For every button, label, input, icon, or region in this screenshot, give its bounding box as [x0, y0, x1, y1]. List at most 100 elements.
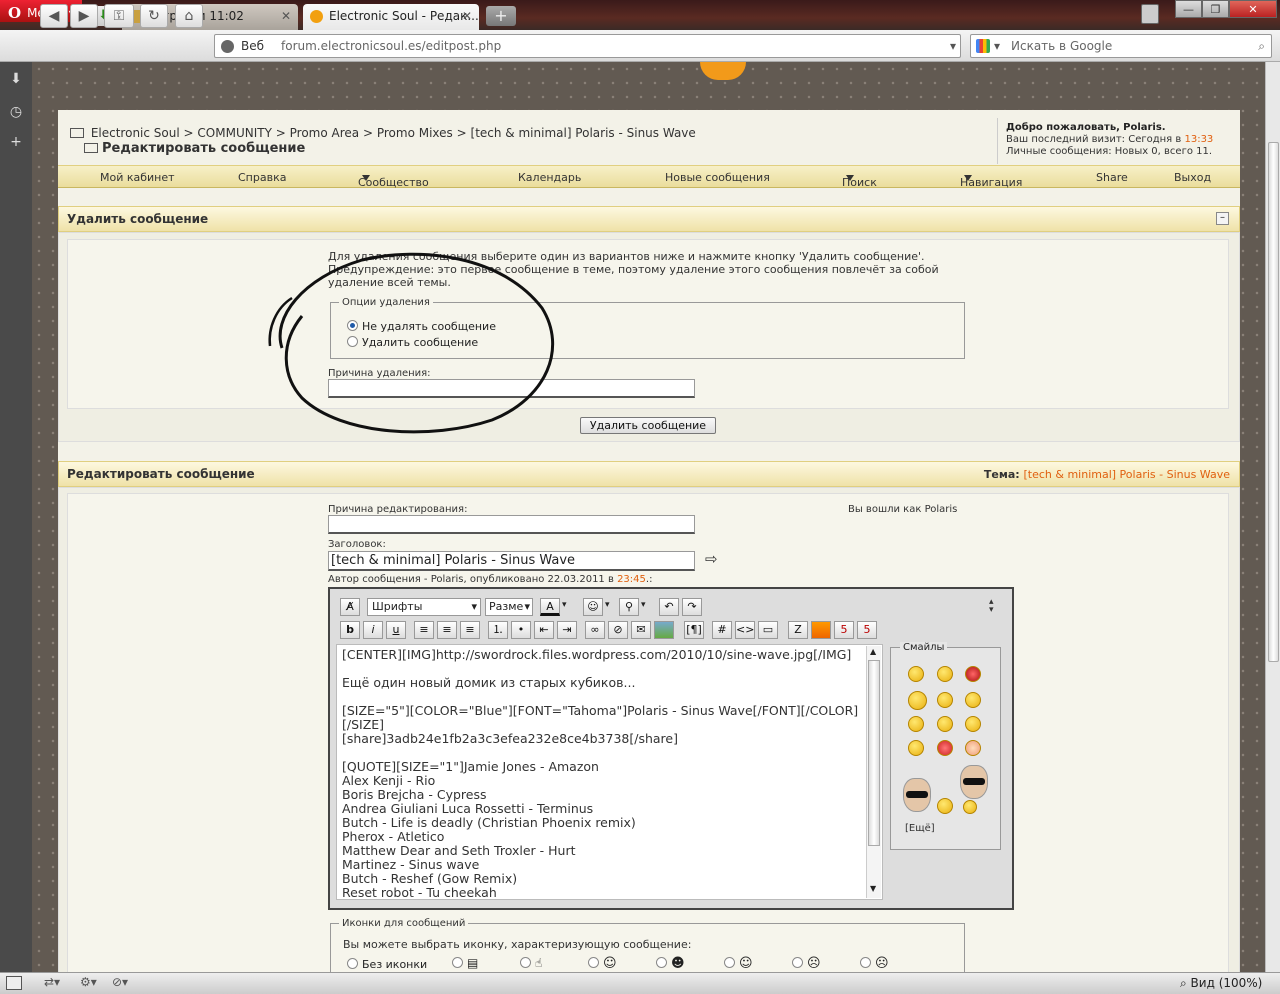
- nav-logout[interactable]: Выход: [1174, 171, 1211, 184]
- turbo-icon[interactable]: ⚙▾: [80, 975, 97, 989]
- breadcrumb-thread[interactable]: [tech & minimal] Polaris - Sinus Wave: [471, 126, 696, 140]
- smiley-icon[interactable]: [908, 666, 924, 682]
- minimize-button[interactable]: —: [1175, 0, 1202, 18]
- smiley-icon[interactable]: [963, 800, 977, 814]
- red-smiley-icon[interactable]: [937, 740, 953, 756]
- add-panel-icon[interactable]: +: [7, 133, 25, 151]
- radio-unchecked-icon[interactable]: [724, 957, 735, 968]
- close-window-button[interactable]: ✕: [1229, 0, 1277, 18]
- trash-icon[interactable]: [1141, 4, 1159, 24]
- post-icon-option[interactable]: ☹: [792, 956, 821, 971]
- smiley-icon[interactable]: [908, 740, 924, 756]
- post-icon-option[interactable]: ▤: [452, 956, 478, 970]
- back-arrow-icon[interactable]: ◀: [40, 4, 68, 28]
- radio-unchecked-icon[interactable]: [520, 957, 531, 968]
- smiley-icon[interactable]: [908, 691, 927, 710]
- remove-format-icon[interactable]: A̸: [340, 598, 360, 616]
- page-scrollbar[interactable]: [1265, 62, 1280, 972]
- post-icon-option[interactable]: ☺: [588, 956, 617, 971]
- panel-toggle-icon[interactable]: [6, 976, 22, 990]
- align-right-icon[interactable]: ≡: [460, 621, 480, 639]
- breadcrumb-home[interactable]: Electronic Soul: [91, 126, 180, 140]
- delete-post-button[interactable]: Удалить сообщение: [580, 417, 716, 434]
- angry-smiley-icon[interactable]: [965, 666, 981, 682]
- smiley-icon[interactable]: [937, 692, 953, 708]
- code-icon[interactable]: <>: [735, 621, 755, 639]
- address-bar[interactable]: Веб forum.electronicsoul.es/editpost.php…: [214, 34, 961, 58]
- radio-unchecked-icon[interactable]: [347, 958, 358, 969]
- smiley-icon[interactable]: [965, 716, 981, 732]
- search-icon[interactable]: ⌕: [1258, 35, 1265, 57]
- hash-icon[interactable]: #: [712, 621, 732, 639]
- align-left-icon[interactable]: ≡: [414, 621, 434, 639]
- reload-icon[interactable]: ↻: [140, 4, 168, 28]
- redo-icon[interactable]: ↷: [682, 598, 702, 616]
- new-tab-button[interactable]: +: [486, 6, 516, 26]
- html-icon[interactable]: ▭: [758, 621, 778, 639]
- share-icon[interactable]: 5: [834, 621, 854, 639]
- breadcrumb-community[interactable]: COMMUNITY: [197, 126, 272, 140]
- italic-icon[interactable]: i: [363, 621, 383, 639]
- nav-help[interactable]: Справка: [238, 171, 286, 184]
- edit-reason-input[interactable]: [328, 515, 695, 534]
- link-icon[interactable]: ∞: [585, 621, 605, 639]
- post-icon-option[interactable]: ☺: [724, 956, 753, 971]
- smiley-icon[interactable]: [937, 666, 953, 682]
- sync-icon[interactable]: ⇄▾: [44, 975, 60, 989]
- subject-input[interactable]: [tech & minimal] Polaris - Sinus Wave: [328, 551, 695, 571]
- zoom-control[interactable]: ⌕ Вид (100%): [1180, 976, 1262, 991]
- nav-share[interactable]: Share: [1096, 171, 1128, 184]
- breadcrumb-promo-mixes[interactable]: Promo Mixes: [377, 126, 453, 140]
- radio-unchecked-icon[interactable]: [452, 957, 463, 968]
- images-icon[interactable]: ⊘▾: [112, 975, 128, 989]
- arrow-right-icon[interactable]: ⇨: [705, 550, 718, 568]
- attachment-icon[interactable]: ⚲: [619, 598, 639, 616]
- welcome-user[interactable]: Polaris.: [1123, 122, 1166, 133]
- nav-navigation[interactable]: Навигация: [960, 171, 1022, 189]
- smiley-icon[interactable]: [965, 740, 981, 756]
- sunglasses-face-icon[interactable]: [960, 765, 988, 799]
- size-select[interactable]: Разме ▾: [485, 598, 533, 616]
- nav-calendar[interactable]: Календарь: [518, 171, 581, 184]
- tab-electronic-soul[interactable]: Electronic Soul - Редак... ✕: [303, 4, 479, 30]
- textarea-scrollbar[interactable]: ▲ ▼: [866, 646, 881, 898]
- radio-unchecked-icon[interactable]: [792, 957, 803, 968]
- ordered-list-icon[interactable]: ⒈: [488, 621, 508, 639]
- undo-icon[interactable]: ↶: [659, 598, 679, 616]
- maximize-button[interactable]: ❐: [1202, 0, 1229, 18]
- radio-unchecked-icon[interactable]: [588, 957, 599, 968]
- history-clock-icon[interactable]: ◷: [7, 103, 25, 121]
- more-smilies-link[interactable]: [Ещё]: [905, 823, 935, 834]
- soundcloud-icon[interactable]: [811, 621, 831, 639]
- align-center-icon[interactable]: ≡: [437, 621, 457, 639]
- image-icon[interactable]: [654, 621, 674, 639]
- downloads-icon[interactable]: ⬇: [7, 70, 25, 88]
- underline-icon[interactable]: u: [386, 621, 406, 639]
- forward-arrow-icon[interactable]: ▶: [70, 4, 98, 28]
- radio-unchecked-icon[interactable]: [656, 957, 667, 968]
- topic-link[interactable]: [tech & minimal] Polaris - Sinus Wave: [1023, 468, 1230, 481]
- breadcrumb-promo-area[interactable]: Promo Area: [290, 126, 360, 140]
- smiley-icon[interactable]: [937, 716, 953, 732]
- bold-icon[interactable]: b: [340, 621, 360, 639]
- chevron-down-icon[interactable]: ▾: [562, 600, 567, 610]
- unordered-list-icon[interactable]: •: [511, 621, 531, 639]
- email-icon[interactable]: ✉: [631, 621, 651, 639]
- smiley-icon[interactable]: [908, 716, 924, 732]
- text-color-icon[interactable]: A: [540, 598, 560, 616]
- share-alt-icon[interactable]: 5: [857, 621, 877, 639]
- chevron-down-icon[interactable]: ▾: [605, 600, 610, 610]
- logged-in-user[interactable]: Polaris: [925, 504, 958, 515]
- key-icon[interactable]: ⚿: [104, 4, 134, 28]
- quote-icon[interactable]: [¶]: [684, 621, 704, 639]
- smiley-icon[interactable]: ☺: [583, 598, 603, 616]
- smiley-icon[interactable]: [937, 798, 953, 814]
- nav-search[interactable]: Поиск: [842, 171, 877, 189]
- radio-unchecked-icon[interactable]: [860, 957, 871, 968]
- chevron-down-icon[interactable]: ▾: [950, 35, 956, 57]
- close-icon[interactable]: ✕: [281, 9, 291, 23]
- post-icon-option[interactable]: ☻: [656, 956, 685, 971]
- scrollbar-thumb[interactable]: [1268, 142, 1279, 662]
- post-icon-option[interactable]: ☝: [520, 956, 542, 970]
- smiley-icon[interactable]: [965, 692, 981, 708]
